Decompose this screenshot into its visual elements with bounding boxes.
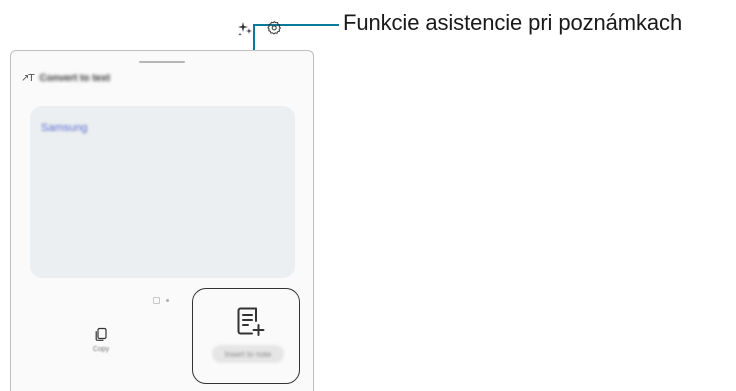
callout-label: Funkcie asistencie pri poznámkach xyxy=(343,10,683,35)
note-add-icon xyxy=(237,307,265,336)
recognized-text: Samsung xyxy=(41,122,88,134)
panel-header: ↗T Convert to text xyxy=(21,73,110,84)
copy-icon xyxy=(95,327,107,341)
sparkle-icon[interactable] xyxy=(237,20,253,36)
recognized-text-card[interactable]: Samsung xyxy=(30,106,295,278)
page-indicator-current xyxy=(153,297,160,304)
panel-title: Convert to text xyxy=(39,73,111,84)
copy-button[interactable]: Copy xyxy=(73,326,129,362)
copy-label: Copy xyxy=(92,346,110,353)
text-tt-icon: ↗T xyxy=(21,73,34,84)
page-indicator-dot xyxy=(166,299,169,302)
drag-handle[interactable] xyxy=(139,61,185,63)
page-indicator xyxy=(153,297,169,304)
insert-to-note-label: Insert to note xyxy=(212,345,284,363)
gear-icon[interactable] xyxy=(267,20,282,35)
callout-line-horizontal xyxy=(253,24,339,26)
